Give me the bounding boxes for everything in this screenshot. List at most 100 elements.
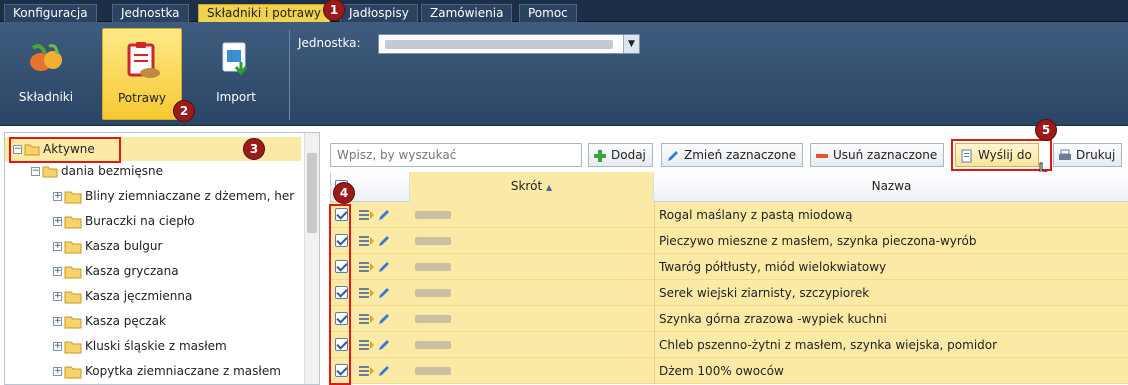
folder-icon: [64, 291, 82, 304]
row-menu-icon[interactable]: [359, 364, 375, 378]
tree-group-dania-bezmiesne[interactable]: − dania bezmięsne: [31, 160, 163, 182]
tree-root-aktywne[interactable]: − Aktywne: [13, 138, 95, 160]
expand-icon[interactable]: +: [53, 267, 62, 276]
dish-name: Dżem 100% owoców: [659, 364, 784, 378]
potrawy-button[interactable]: Potrawy: [102, 28, 182, 120]
table-row[interactable]: Pieczywo mieszne z masłem, szynka pieczo…: [331, 228, 1128, 254]
add-label: Dodaj: [611, 148, 646, 162]
row-menu-icon[interactable]: [359, 312, 375, 326]
table-row[interactable]: Serek wiejski ziarnisty, szczypiorek: [331, 280, 1128, 306]
folder-icon: [64, 191, 82, 204]
folder-icon: [64, 366, 82, 379]
printer-icon: [1059, 149, 1071, 160]
row-menu-icon[interactable]: [359, 286, 375, 300]
expand-icon[interactable]: +: [53, 317, 62, 326]
column-header-nazwa[interactable]: Nazwa: [654, 172, 1128, 202]
import-label: Import: [216, 90, 256, 104]
expand-icon[interactable]: +: [53, 292, 62, 301]
tree-group-label: dania bezmięsne: [61, 164, 164, 178]
import-button[interactable]: Import: [196, 28, 276, 120]
tree-item[interactable]: + Kasza bulgur: [53, 235, 162, 257]
tree-item-label: Kopytka ziemniaczane z masłem: [85, 364, 281, 378]
expand-icon[interactable]: +: [53, 367, 62, 376]
tab-jadlospisy[interactable]: Jadłospisy: [340, 4, 418, 22]
change-label: Zmień zaznaczone: [684, 148, 797, 162]
expand-icon[interactable]: +: [53, 192, 62, 201]
tab-jednostka[interactable]: Jednostka: [112, 4, 189, 22]
blurred-abbreviation: [415, 237, 451, 245]
column-divider: [654, 332, 655, 358]
ribbon: Składniki Potrawy Import Jednostka: ▼: [0, 22, 1128, 126]
edit-pencil-icon[interactable]: [377, 234, 391, 248]
jednostka-select[interactable]: ▼: [378, 34, 640, 54]
row-menu-icon[interactable]: [359, 260, 375, 274]
tree-item[interactable]: + Kasza gryczana: [53, 260, 179, 282]
table-row[interactable]: Szynka górna zrazowa -wypiek kuchni: [331, 306, 1128, 332]
edit-pencil-icon[interactable]: [377, 338, 391, 352]
tab-konfiguracja[interactable]: Konfiguracja: [4, 4, 97, 22]
tree-item[interactable]: + Kasza pęczak: [53, 310, 166, 332]
folder-icon: [64, 266, 82, 279]
column-divider: [654, 280, 655, 306]
tree-item-label: Kluski śląskie z masłem: [85, 339, 227, 353]
scroll-thumb[interactable]: [307, 153, 317, 233]
main-menu-bar: Konfiguracja Jednostka Składniki i potra…: [0, 0, 1128, 22]
blurred-abbreviation: [415, 211, 451, 219]
dish-name: Szynka górna zrazowa -wypiek kuchni: [659, 312, 887, 326]
search-input[interactable]: Wpisz, by wyszukać: [330, 143, 582, 167]
column-header-skrot[interactable]: Skrót ▲: [409, 172, 654, 202]
edit-pencil-icon[interactable]: [377, 208, 391, 222]
tree-item-label: Kasza bulgur: [85, 239, 163, 253]
skladniki-button[interactable]: Składniki: [6, 28, 86, 120]
tab-pomoc[interactable]: Pomoc: [519, 4, 577, 22]
table-row[interactable]: Twaróg półtłusty, miód wielokwiatowy: [331, 254, 1128, 280]
import-sheet-icon: [222, 42, 248, 76]
column-divider: [654, 306, 655, 332]
blurred-abbreviation: [415, 315, 451, 323]
tab-zamowienia[interactable]: Zamówienia: [421, 4, 513, 22]
tree-item[interactable]: + Kluski śląskie z masłem: [53, 335, 227, 357]
row-menu-icon[interactable]: [359, 208, 375, 222]
edit-pencil-icon[interactable]: [377, 260, 391, 274]
table-row[interactable]: Rogal maślany z pastą miodową: [331, 202, 1128, 228]
tree-item-label: Kasza gryczana: [85, 264, 179, 278]
print-label: Drukuj: [1076, 148, 1116, 162]
tree-item[interactable]: + Buraczki na ciepło: [53, 210, 195, 232]
chevron-down-icon[interactable]: ▼: [623, 35, 639, 53]
tree-item[interactable]: + Kopytka ziemniaczane z masłem: [53, 360, 281, 382]
ribbon-separator: [289, 30, 290, 120]
table-row[interactable]: Dżem 100% owoców: [331, 358, 1128, 384]
add-button[interactable]: Dodaj: [588, 143, 653, 167]
edit-pencil-icon[interactable]: [377, 364, 391, 378]
expand-icon[interactable]: +: [53, 242, 62, 251]
badge-3: 3: [243, 138, 265, 160]
blurred-abbreviation: [415, 367, 451, 375]
tree-scrollbar[interactable]: [304, 133, 319, 384]
collapse-icon[interactable]: −: [31, 167, 40, 176]
expand-icon[interactable]: +: [53, 217, 62, 226]
skrot-label: Skrót: [510, 179, 543, 193]
delete-selected-button[interactable]: Usuń zaznaczone: [810, 143, 945, 167]
print-button[interactable]: Drukuj: [1053, 143, 1123, 167]
change-selected-button[interactable]: Zmień zaznaczone: [661, 143, 804, 167]
tab-skladniki-i-potrawy[interactable]: Składniki i potrawy: [198, 4, 330, 22]
tree-item[interactable]: + Bliny ziemniaczane z dżemem, her: [53, 185, 294, 207]
table-row[interactable]: Chleb pszenno-żytni z masłem, szynka wie…: [331, 332, 1128, 358]
potrawy-label: Potrawy: [117, 91, 167, 105]
grid-header: Skrót ▲ Nazwa: [331, 172, 1128, 202]
folder-icon: [24, 144, 40, 156]
folder-icon: [64, 241, 82, 254]
edit-pencil-icon[interactable]: [377, 286, 391, 300]
row-menu-icon[interactable]: [359, 338, 375, 352]
tree-item-label: Buraczki na ciepło: [85, 214, 195, 228]
collapse-icon[interactable]: −: [13, 145, 22, 154]
open-folder-icon: [42, 166, 58, 178]
row-menu-icon[interactable]: [359, 234, 375, 248]
folder-icon: [64, 216, 82, 229]
expand-icon[interactable]: +: [53, 342, 62, 351]
category-tree: − Aktywne − dania bezmięsne + Bliny ziemnia…: [4, 132, 320, 385]
dish-name: Twaróg półtłusty, miód wielokwiatowy: [659, 260, 887, 274]
tree-item[interactable]: + Kasza jęczmienna: [53, 285, 192, 307]
column-divider: [654, 358, 655, 384]
edit-pencil-icon[interactable]: [377, 312, 391, 326]
